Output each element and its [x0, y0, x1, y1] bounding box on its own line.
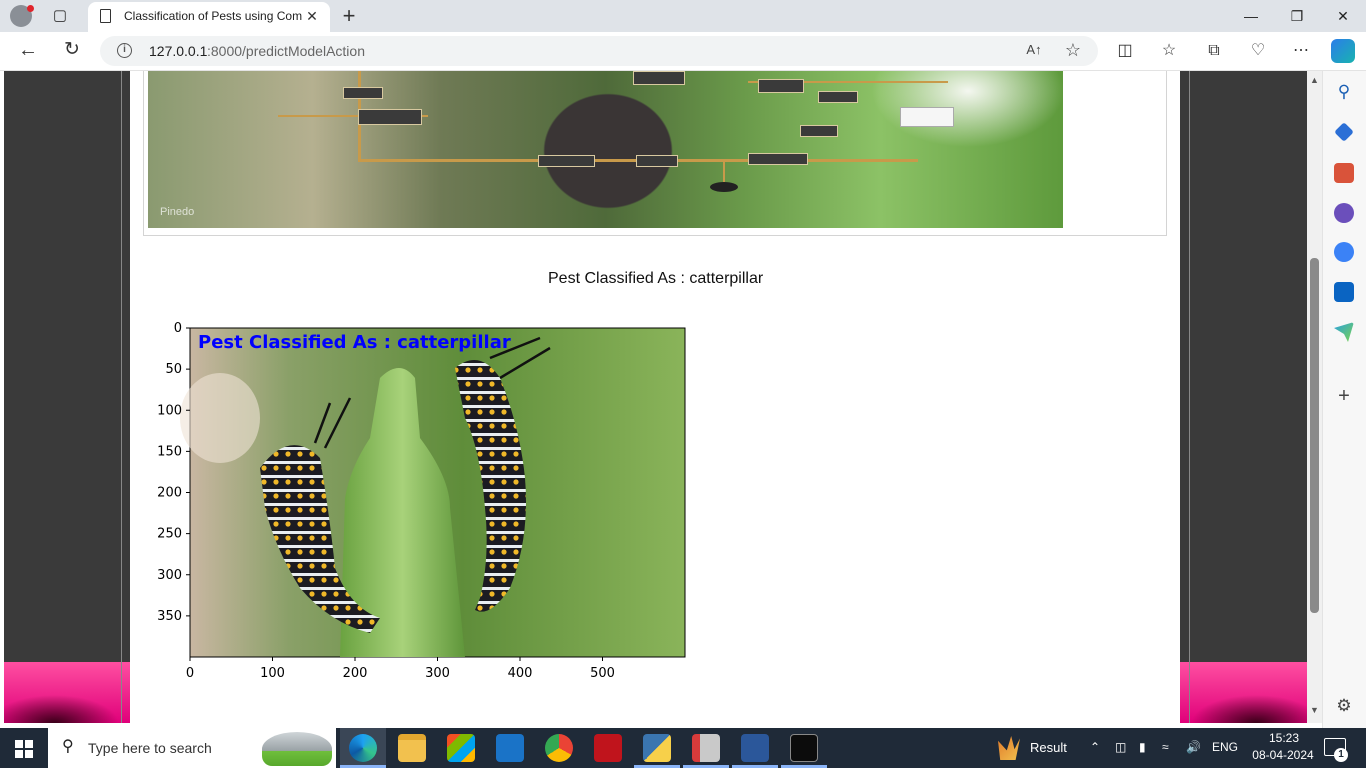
scroll-down-arrow-icon[interactable]: ▼	[1307, 705, 1322, 719]
sidebar-outlook-icon[interactable]	[1334, 282, 1354, 302]
left-border-line	[121, 71, 122, 723]
copilot-icon[interactable]	[1331, 39, 1355, 63]
search-icon: ⚲	[62, 738, 74, 755]
window-close-icon[interactable]: ✕	[1320, 4, 1366, 28]
url-host: 127.0.0.1	[149, 43, 208, 59]
tray-wifi-icon[interactable]: ≈	[1162, 740, 1169, 754]
y-tick-label: 150	[157, 444, 182, 459]
taskbar-store-icon[interactable]	[447, 734, 475, 762]
plot-overlay-label: Pest Classified As : catterpillar	[198, 332, 511, 353]
x-tick-label: 0	[186, 666, 194, 681]
tab-close-icon[interactable]: ✕	[304, 7, 320, 25]
sidebar-games-icon[interactable]	[1334, 203, 1354, 223]
windows-start-icon[interactable]	[15, 740, 33, 758]
tray-device-icon[interactable]: ◫	[1115, 740, 1126, 754]
uploaded-pest-image: Pinedo	[148, 71, 1063, 228]
new-tab-icon[interactable]: +	[339, 4, 359, 28]
sidebar-m365-icon[interactable]	[1334, 242, 1354, 262]
tab-actions-icon[interactable]: ▢	[50, 6, 70, 26]
split-screen-icon[interactable]: ◫	[1114, 40, 1136, 62]
scroll-up-arrow-icon[interactable]: ▲	[1307, 75, 1322, 89]
y-tick-label: 350	[157, 609, 182, 624]
y-tick-label: 250	[157, 527, 182, 542]
image-watermark: Pinedo	[160, 206, 195, 218]
page-document-icon	[100, 9, 111, 23]
sidebar-tools-icon[interactable]	[1334, 163, 1354, 183]
x-tick-label: 100	[260, 666, 285, 681]
footer-swirl-left	[4, 690, 130, 723]
taskbar-python-icon[interactable]	[643, 734, 671, 762]
x-tick-label: 500	[590, 666, 615, 681]
favorite-star-icon[interactable]: ☆	[1063, 40, 1083, 62]
sidebar-settings-gear-icon[interactable]: ⚙	[1334, 696, 1354, 716]
tray-battery-icon[interactable]: ▮	[1139, 740, 1146, 754]
taskbar-terminal-icon[interactable]	[790, 734, 818, 762]
tray-volume-icon[interactable]: 🔊	[1186, 740, 1201, 754]
reload-icon[interactable]: ↻	[60, 38, 84, 62]
x-tick-label: 400	[508, 666, 533, 681]
taskbar-mail-icon[interactable]	[496, 734, 524, 762]
taskbar-file-explorer-icon[interactable]	[398, 734, 426, 762]
sidebar-add-icon[interactable]: +	[1334, 386, 1354, 406]
site-info-icon[interactable]: i	[117, 43, 132, 58]
x-tick-label: 300	[425, 666, 450, 681]
y-tick-label: 100	[157, 403, 182, 418]
browser-essentials-icon[interactable]: ♡	[1247, 40, 1269, 62]
sidebar-search-icon[interactable]: ⚲	[1334, 82, 1354, 102]
tray-overflow-chevron-icon[interactable]: ⌃	[1090, 740, 1100, 754]
back-arrow-icon[interactable]: ←	[16, 38, 40, 62]
read-aloud-icon[interactable]: A↑	[1024, 42, 1044, 60]
tab-title: Classification of Pests using Com	[124, 9, 302, 23]
minimize-icon[interactable]: —	[1228, 4, 1274, 28]
taskbar-app-icon[interactable]	[692, 734, 720, 762]
search-highlight-image[interactable]	[262, 732, 332, 766]
y-tick-label: 50	[165, 362, 182, 377]
taskbar-search-placeholder: Type here to search	[88, 740, 212, 756]
scrollbar-thumb[interactable]	[1310, 258, 1319, 613]
taskbar-edge-icon[interactable]	[349, 734, 377, 762]
result-plot: Pest Classified As : catterpillar 0 50 100…	[157, 321, 686, 681]
profile-notification-dot	[27, 5, 34, 12]
tray-clock-date[interactable]: 08-04-2024	[1248, 748, 1318, 762]
footer-swirl-right	[1180, 690, 1307, 723]
taskbar-chrome-icon[interactable]	[545, 734, 573, 762]
y-tick-label: 200	[157, 486, 182, 501]
right-border-line	[1189, 71, 1190, 723]
tray-clock-time[interactable]: 15:23	[1264, 731, 1304, 745]
taskbar-acrobat-icon[interactable]	[594, 734, 622, 762]
y-tick-label: 0	[174, 321, 182, 336]
y-tick-label: 300	[157, 568, 182, 583]
restore-icon[interactable]: ❐	[1274, 4, 1320, 28]
taskbar-word-icon[interactable]	[741, 734, 769, 762]
taskbar-running-app-label[interactable]: Result	[1030, 740, 1067, 755]
classification-result: Pest Classified As : catterpillar	[548, 270, 764, 287]
x-tick-label: 200	[343, 666, 368, 681]
tray-language[interactable]: ENG	[1212, 740, 1238, 754]
url-path: :8000/predictModelAction	[207, 43, 365, 59]
notification-count-badge: 1	[1334, 748, 1348, 762]
collections-icon[interactable]: ⧉	[1203, 40, 1225, 62]
favorites-icon[interactable]: ☆	[1158, 40, 1180, 62]
more-menu-icon[interactable]: ⋯	[1290, 40, 1312, 62]
